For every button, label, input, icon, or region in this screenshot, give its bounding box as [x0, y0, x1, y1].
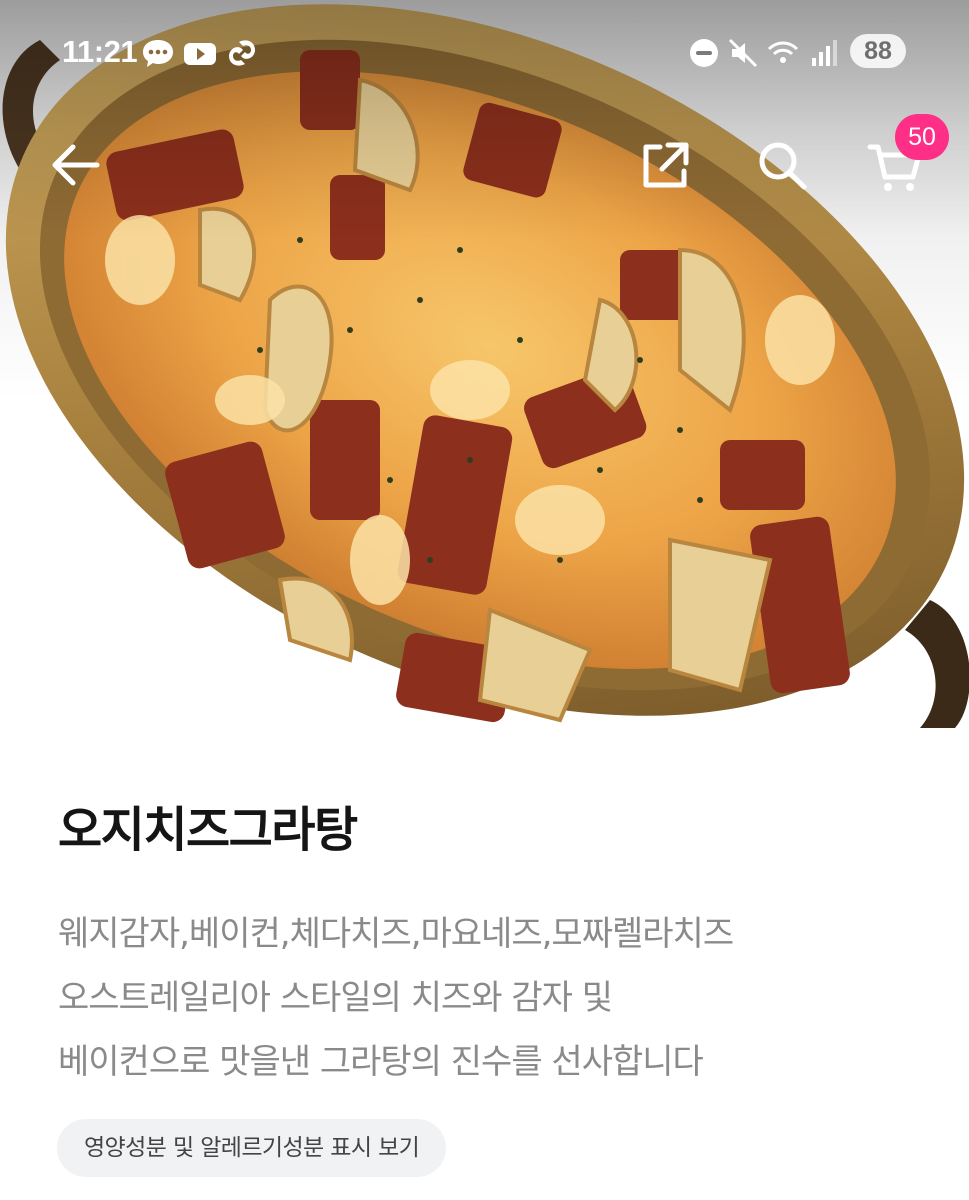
- product-description-line-2: 오스트레일리아 스타일의 치즈와 감자 및: [58, 978, 613, 1018]
- share-button[interactable]: [636, 135, 696, 195]
- battery-indicator: 88: [850, 34, 906, 68]
- status-bar: 11:21 88: [0, 28, 969, 78]
- search-button[interactable]: [752, 135, 812, 195]
- gratin-dish-illustration: [2, 4, 969, 728]
- share-icon: [643, 142, 689, 188]
- product-detail-screen: 11:21 88 50 오지치즈그라탕 웨지감자,베이컨,체다치즈,마요네즈,모…: [0, 0, 969, 1200]
- nutrition-allergy-info-button[interactable]: 영양성분 및 알레르기성분 표시 보기: [57, 1119, 447, 1177]
- mute-icon: [726, 36, 760, 70]
- product-description-line-3: 베이컨으로 맛을낸 그라탕의 진수를 선사합니다: [58, 1042, 704, 1082]
- cart-count-badge: 50: [895, 114, 949, 160]
- search-icon: [759, 142, 807, 190]
- link-icon: [225, 36, 259, 70]
- status-time: 11:21: [62, 34, 138, 69]
- product-description-line-1: 웨지감자,베이컨,체다치즈,마요네즈,모짜렐라치즈: [58, 914, 734, 954]
- signal-icon: [806, 36, 840, 70]
- message-icon: [141, 36, 175, 70]
- back-arrow-icon: [52, 144, 100, 186]
- youtube-icon: [183, 36, 217, 70]
- back-button[interactable]: [45, 135, 105, 195]
- wifi-icon: [766, 36, 800, 70]
- product-name: 오지치즈그라탕: [58, 802, 358, 858]
- do-not-disturb-icon: [687, 36, 721, 70]
- product-image: [0, 0, 969, 728]
